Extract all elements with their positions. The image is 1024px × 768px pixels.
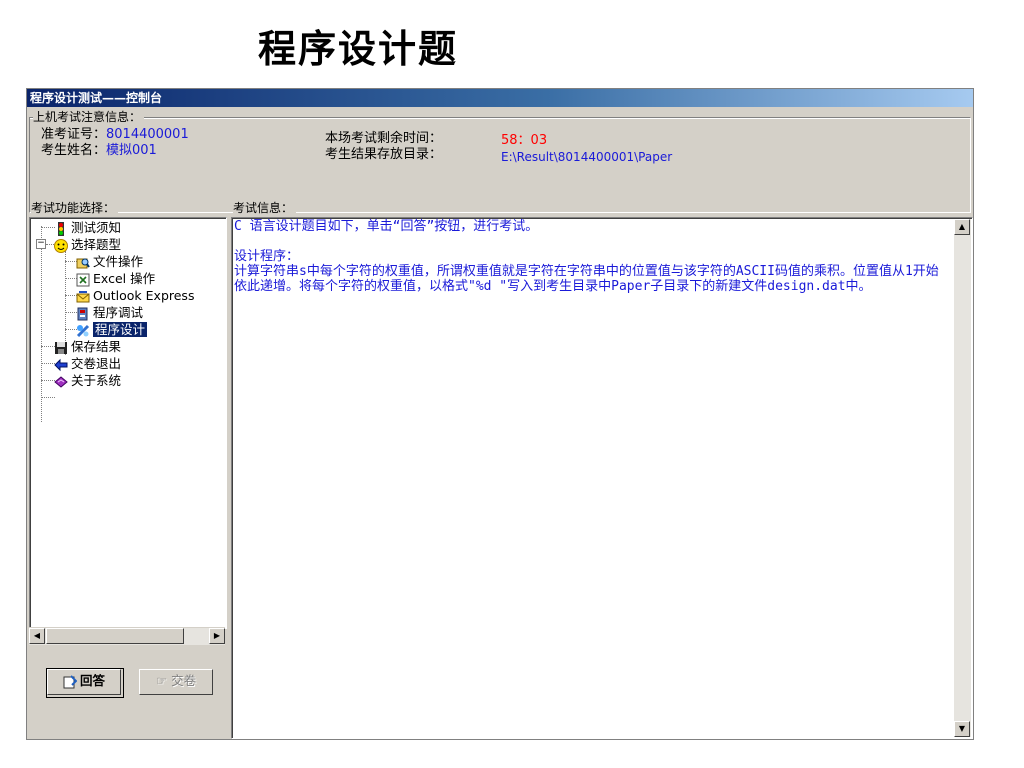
info-group-label: 上机考试注意信息： bbox=[33, 110, 145, 124]
exam-id-value: 8014400001 bbox=[106, 127, 189, 142]
tree-item-submit-exit[interactable]: 交卷退出 bbox=[54, 355, 121, 372]
program-design-icon bbox=[76, 324, 90, 337]
about-book-icon bbox=[54, 375, 68, 388]
scroll-right-button[interactable]: ▶ bbox=[209, 628, 225, 644]
traffic-light-icon bbox=[58, 221, 64, 236]
tree-item-program-design[interactable]: 程序设计 bbox=[76, 321, 148, 338]
tree-label: 关于系统 bbox=[71, 373, 122, 388]
page-heading: 程序设计题 bbox=[258, 26, 459, 71]
exam-line-2: 设计程序： bbox=[234, 249, 300, 264]
answer-label: 回答 bbox=[79, 673, 105, 688]
time-remaining: 58：03 bbox=[501, 133, 548, 148]
tree-item-about[interactable]: 关于系统 bbox=[54, 372, 121, 389]
submit-label: 交卷 bbox=[171, 673, 197, 688]
tree-item-debug[interactable]: 程序调试 bbox=[76, 304, 143, 321]
exam-line-3: 计算字符串s中每个字符的权重值，所谓权重值就是字符在字符串中的位置值与该字符的A… bbox=[234, 264, 939, 294]
submit-button[interactable]: ☞ 交卷 bbox=[139, 669, 213, 695]
scroll-down-button[interactable]: ▼ bbox=[954, 721, 970, 737]
file-search-icon bbox=[76, 258, 90, 268]
answer-button[interactable]: 回答 bbox=[47, 669, 121, 695]
name-value: 模拟001 bbox=[106, 143, 157, 158]
exam-text-area[interactable]: C 语言设计题目如下，单击“回答”按钮，进行考试。 设计程序： 计算字符串s中每… bbox=[231, 217, 973, 739]
time-label: 本场考试剩余时间： bbox=[325, 131, 443, 146]
exam-line-1: C 语言设计题目如下，单击“回答”按钮，进行考试。 bbox=[234, 219, 539, 234]
floppy-disk-icon bbox=[55, 341, 67, 354]
dir-label: 考生结果存放目录： bbox=[325, 147, 443, 162]
dir-value: E:\Result\8014400001\Paper bbox=[501, 150, 673, 164]
tree-label: 测试须知 bbox=[71, 220, 122, 235]
hand-pointer-icon: ☞ bbox=[155, 673, 168, 688]
window-title: 程序设计测试——控制台 bbox=[27, 89, 973, 107]
scroll-thumb[interactable] bbox=[46, 628, 184, 644]
exam-vertical-scrollbar[interactable]: ▲ ▼ bbox=[954, 219, 971, 737]
tree-label: 程序调试 bbox=[93, 305, 144, 320]
tree-horizontal-scrollbar[interactable]: ◀ ▶ bbox=[29, 627, 225, 645]
tree-label: 交卷退出 bbox=[71, 356, 122, 371]
function-group-label: 考试功能选择： bbox=[31, 201, 119, 215]
tree-item-excel[interactable]: Excel 操作 bbox=[76, 270, 155, 287]
exam-info-group-label: 考试信息： bbox=[233, 201, 297, 215]
outlook-icon bbox=[76, 290, 90, 302]
smiley-icon bbox=[54, 238, 68, 253]
tree-label: 文件操作 bbox=[93, 254, 144, 269]
tree-item-question-types[interactable]: 选择题型 bbox=[54, 236, 121, 253]
excel-icon bbox=[76, 273, 90, 286]
tree-label: Excel 操作 bbox=[93, 271, 156, 286]
name-label: 考生姓名： bbox=[41, 143, 107, 158]
scroll-up-button[interactable]: ▲ bbox=[954, 219, 970, 235]
exam-info-group: 上机考试注意信息： 准考证号：8014400001 考生姓名：模拟001 本场考… bbox=[29, 109, 971, 213]
collapse-toggle[interactable]: − bbox=[36, 239, 46, 249]
tree-label: 保存结果 bbox=[71, 339, 122, 354]
console-window: 程序设计测试——控制台 上机考试注意信息： 准考证号：8014400001 考生… bbox=[26, 88, 974, 740]
tree-item-save-results[interactable]: 保存结果 bbox=[54, 338, 121, 355]
tree-item-outlook[interactable]: Outlook Express bbox=[76, 287, 194, 304]
tree-label: Outlook Express bbox=[93, 288, 195, 303]
exam-id-label: 准考证号： bbox=[41, 127, 107, 142]
function-tree[interactable]: − 测试须知 选择题型 文件操作 Excel 操作 Outlook Expres… bbox=[29, 217, 227, 629]
exam-info-panel: 考试信息： C 语言设计题目如下，单击“回答”按钮，进行考试。 设计程序： 计算… bbox=[231, 201, 973, 739]
tree-item-file-ops[interactable]: 文件操作 bbox=[76, 253, 143, 270]
answer-icon bbox=[63, 674, 77, 688]
function-panel: 考试功能选择： − 测试须知 选择题型 文件操作 Excel 操作 Outloo… bbox=[29, 201, 227, 739]
tree-item-exam-notes[interactable]: 测试须知 bbox=[54, 219, 121, 236]
scroll-left-button[interactable]: ◀ bbox=[29, 628, 45, 644]
exam-text: C 语言设计题目如下，单击“回答”按钮，进行考试。 设计程序： 计算字符串s中每… bbox=[234, 219, 950, 294]
exit-arrow-icon bbox=[54, 358, 68, 371]
tree-label-selected: 程序设计 bbox=[93, 322, 148, 337]
debug-icon bbox=[77, 307, 88, 320]
tree-label: 选择题型 bbox=[71, 237, 122, 252]
